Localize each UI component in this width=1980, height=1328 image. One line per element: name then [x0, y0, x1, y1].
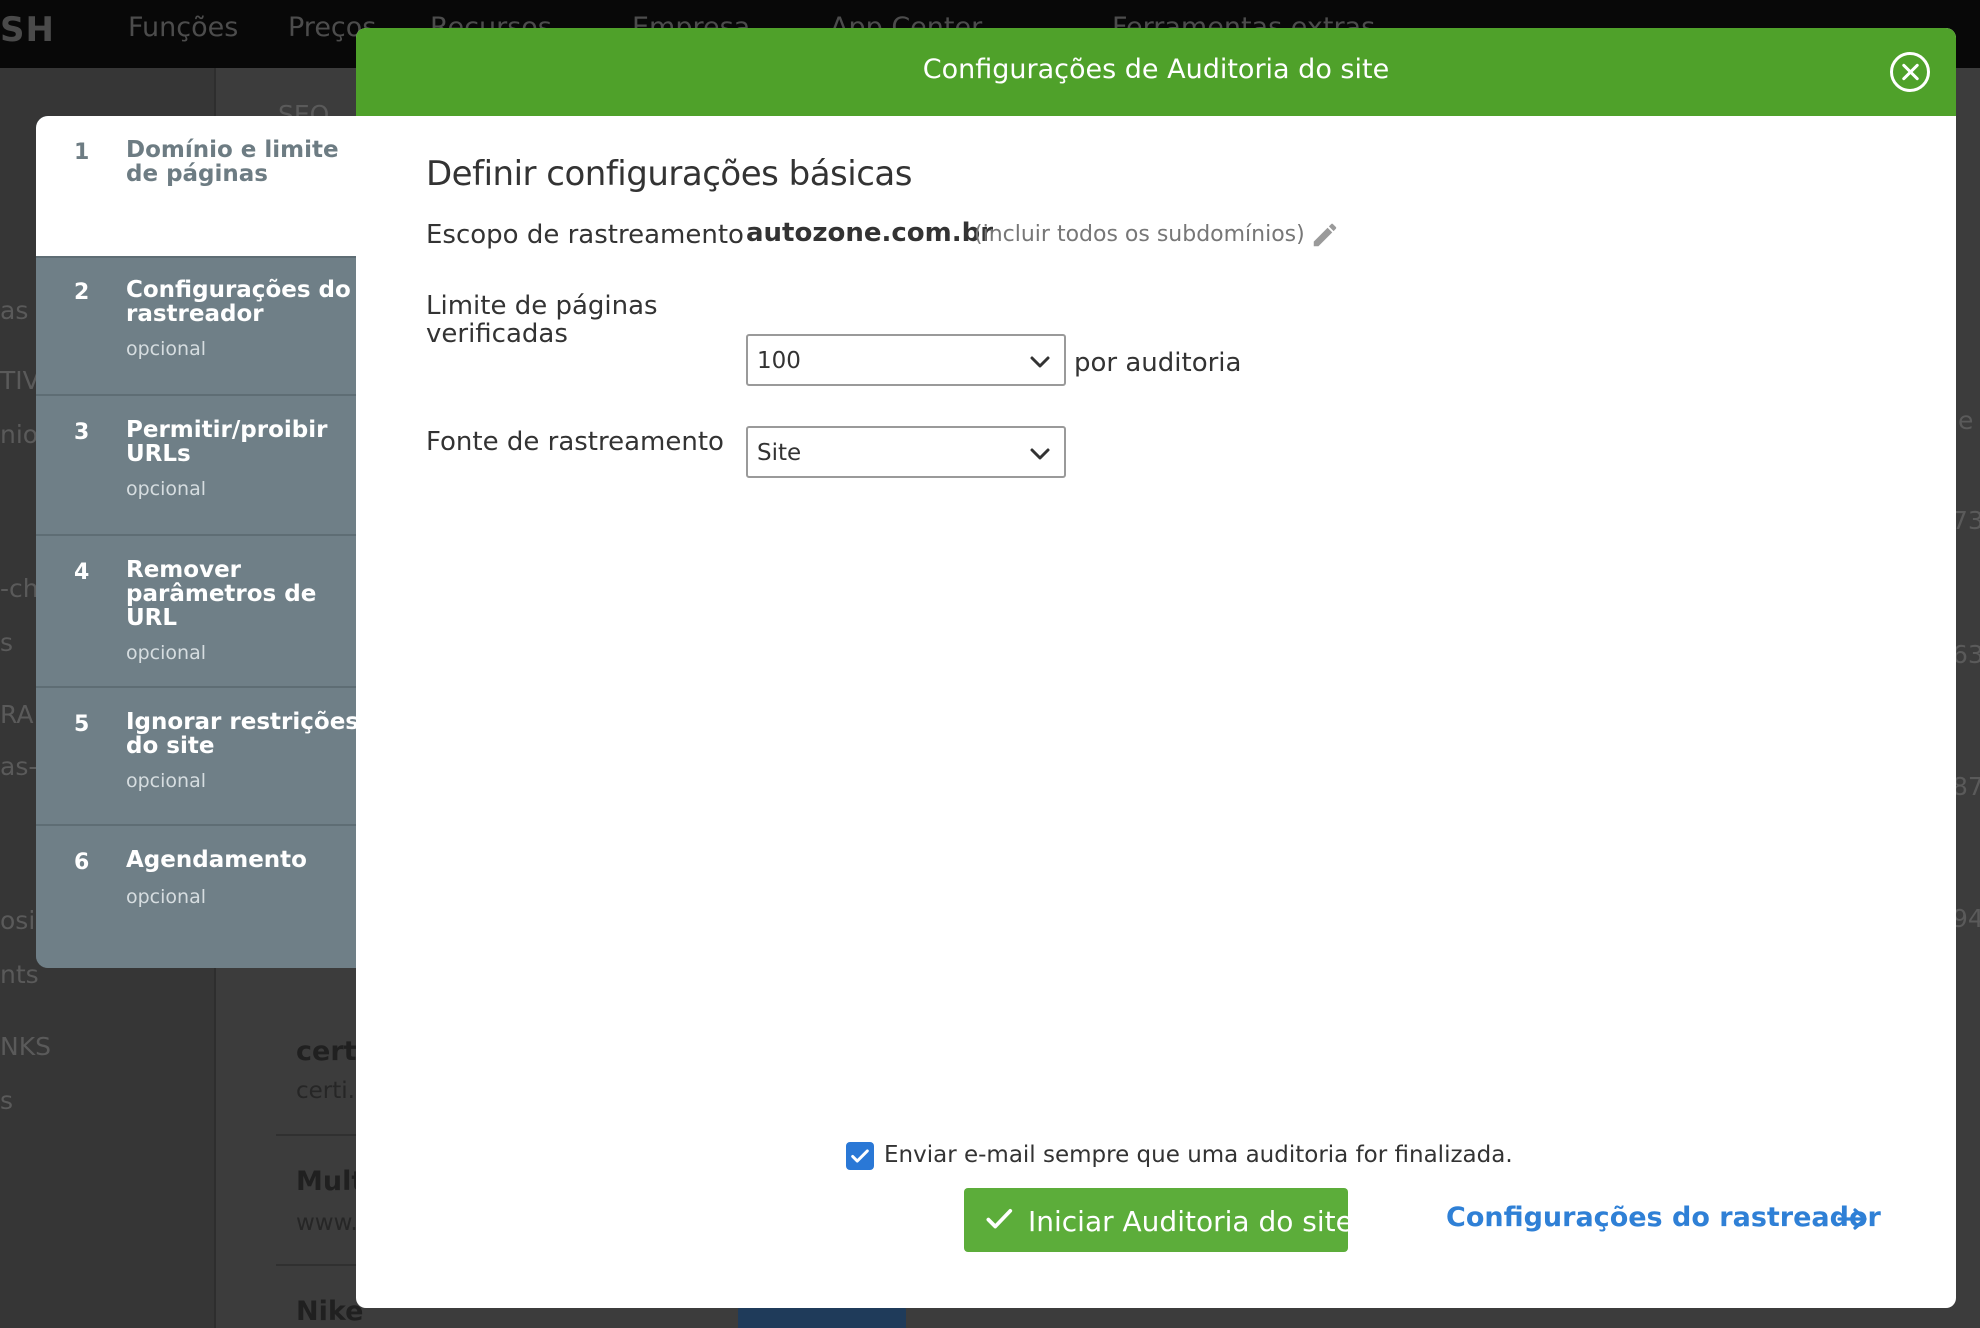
step-number: 2	[74, 280, 89, 305]
step-optional-label: opcional	[126, 642, 206, 664]
step-optional-label: opcional	[126, 478, 206, 500]
right-fragment: 87	[1952, 772, 1980, 801]
step-remove-url-params[interactable]: 4 Remover parâmetros de URL opcional	[36, 536, 376, 686]
arrow-right-icon[interactable]	[1836, 1206, 1870, 1232]
right-fragment: 94	[1952, 904, 1980, 933]
sidebar-fragment: RA	[0, 700, 33, 729]
background-row-name: Mult	[296, 1166, 364, 1197]
crawl-source-value: Site	[757, 440, 801, 466]
step-number: 6	[74, 850, 89, 875]
right-fragment: e	[1958, 406, 1973, 435]
start-site-audit-label: Iniciar Auditoria do site	[1028, 1205, 1353, 1238]
step-bypass-restrictions[interactable]: 5 Ignorar restrições do site opcional	[36, 688, 376, 824]
step-crawler-settings[interactable]: 2 Configurações do rastreador opcional	[36, 258, 376, 394]
page-limit-label: Limite de páginas verificadas	[426, 292, 716, 348]
step-optional-label: opcional	[126, 338, 206, 360]
check-icon	[849, 1145, 871, 1167]
sidebar-fragment: osi	[0, 906, 35, 935]
chevron-down-icon	[1028, 350, 1052, 374]
crawl-scope-label: Escopo de rastreamento	[426, 220, 744, 250]
pencil-icon[interactable]	[1310, 220, 1340, 250]
page-limit-select[interactable]: 100	[746, 334, 1066, 386]
crawl-source-label: Fonte de rastreamento	[426, 428, 724, 456]
step-domain-limit[interactable]: 1 Domínio e limite de páginas	[36, 116, 376, 256]
site-audit-settings-modal: Configurações de Auditoria do site Defin…	[356, 28, 1956, 1308]
sidebar-fragment: s	[0, 628, 13, 657]
crawl-source-select[interactable]: Site	[746, 426, 1066, 478]
sidebar-fragment: nts	[0, 960, 39, 989]
nav-item-funcoes[interactable]: Funções	[128, 12, 238, 43]
right-fragment: 63	[1952, 640, 1980, 669]
email-notification-label[interactable]: Enviar e-mail sempre que uma auditoria f…	[884, 1142, 1513, 1168]
logo: SH	[0, 10, 55, 50]
start-site-audit-button[interactable]: Iniciar Auditoria do site	[964, 1188, 1348, 1252]
close-icon[interactable]	[1890, 52, 1930, 92]
section-heading: Definir configurações básicas	[426, 154, 912, 194]
background-row-name: Nike	[296, 1296, 363, 1327]
step-number: 5	[74, 712, 89, 737]
step-title: Remover parâmetros de URL	[126, 558, 366, 630]
modal-header: Configurações de Auditoria do site	[356, 28, 1956, 116]
sidebar-fragment: as-	[0, 752, 37, 781]
step-number: 3	[74, 420, 89, 445]
sidebar-fragment: s	[0, 1086, 13, 1115]
step-title: Ignorar restrições do site	[126, 710, 366, 758]
step-allow-disallow-urls[interactable]: 3 Permitir/proibir URLs opcional	[36, 396, 376, 534]
step-optional-label: opcional	[126, 886, 206, 908]
check-icon	[984, 1204, 1014, 1234]
step-title: Agendamento	[126, 848, 366, 872]
step-title: Domínio e limite de páginas	[126, 138, 366, 186]
step-schedule[interactable]: 6 Agendamento opcional	[36, 826, 376, 968]
crawl-scope-note: (incluir todos os subdomínios)	[974, 222, 1305, 247]
email-notification-checkbox[interactable]	[846, 1142, 874, 1170]
page-limit-value: 100	[757, 348, 801, 374]
step-number: 1	[74, 140, 89, 165]
chevron-down-icon	[1028, 442, 1052, 466]
modal-title: Configurações de Auditoria do site	[356, 54, 1956, 85]
background-row-url: www.	[296, 1210, 358, 1236]
row-divider	[276, 1134, 356, 1136]
step-title: Permitir/proibir URLs	[126, 418, 366, 466]
sidebar-fragment: nio	[0, 420, 38, 449]
crawl-scope-domain: autozone.com.br	[746, 218, 993, 248]
crawler-settings-link[interactable]: Configurações do rastreador	[1446, 1202, 1881, 1233]
sidebar-fragment: NKS	[0, 1032, 51, 1061]
step-optional-label: opcional	[126, 770, 206, 792]
step-title: Configurações do rastreador	[126, 278, 366, 326]
sidebar-fragment: -ch	[0, 574, 39, 603]
step-number: 4	[74, 560, 89, 585]
background-configure-button	[738, 1306, 906, 1328]
page-limit-suffix: por auditoria	[1074, 348, 1241, 378]
right-fragment: 73	[1952, 506, 1980, 535]
wizard-steps: 1 Domínio e limite de páginas 2 Configur…	[36, 116, 376, 968]
row-divider	[276, 1264, 356, 1266]
background-row-url: certi.	[296, 1078, 355, 1104]
